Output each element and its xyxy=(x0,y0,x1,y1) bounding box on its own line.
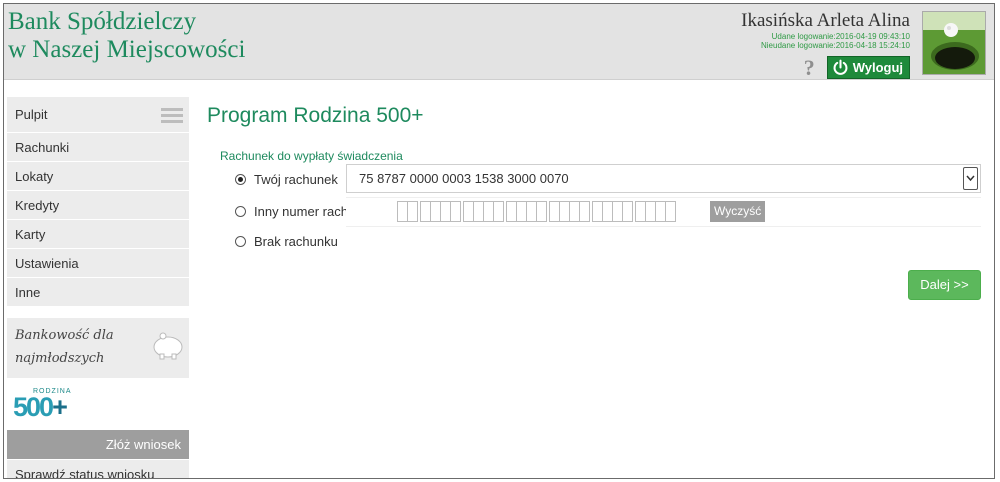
digit-group xyxy=(592,201,633,222)
radio-no-account[interactable]: Brak rachunku xyxy=(235,234,338,249)
account-digit-grid xyxy=(397,201,676,222)
digit-input[interactable] xyxy=(407,201,418,222)
logo-plus: + xyxy=(52,392,68,422)
power-icon xyxy=(833,59,848,75)
bank-name-line1: Bank Spółdzielczy xyxy=(8,8,197,35)
digit-input[interactable] xyxy=(536,201,547,222)
radio-label: Twój rachunek xyxy=(254,172,338,187)
submit-application-button[interactable]: Złóż wniosek xyxy=(7,430,189,459)
app-window: Bank Spółdzielczy w Naszej Miejscowości … xyxy=(3,3,995,479)
sidebar-item-label: Lokaty xyxy=(15,169,54,184)
user-actions: ? Wyloguj xyxy=(741,56,910,79)
no-account-row xyxy=(346,226,981,255)
radio-own-account[interactable]: Twój rachunek xyxy=(235,172,338,187)
digit-group-control xyxy=(397,201,418,222)
help-icon[interactable]: ? xyxy=(804,56,815,79)
sidebar-item-label: Kredyty xyxy=(15,198,60,213)
digit-input[interactable] xyxy=(622,201,633,222)
sidebar-item-karty[interactable]: Karty xyxy=(7,220,189,249)
logo-big-text: 500+ xyxy=(13,394,183,421)
sidebar-item-pulpit[interactable]: Pulpit xyxy=(7,97,189,133)
clear-button[interactable]: Wyczyść xyxy=(710,201,766,222)
radio-button[interactable] xyxy=(235,236,246,247)
digit-input[interactable] xyxy=(493,201,504,222)
logout-label: Wyloguj xyxy=(852,60,903,75)
digit-group xyxy=(463,201,504,222)
logo-number: 500 xyxy=(13,392,54,422)
bank-name: Bank Spółdzielczy w Naszej Miejscowości xyxy=(8,8,245,64)
selected-account-number: 75 8787 0000 0003 1538 3000 0070 xyxy=(359,171,569,186)
sidebar-item-label: Pulpit xyxy=(15,107,48,122)
sidebar-item-kredyty[interactable]: Kredyty xyxy=(7,191,189,220)
kids-banking-line2: najmłodszych xyxy=(15,351,105,366)
section-label: Rachunek do wypłaty świadczenia xyxy=(220,149,403,163)
user-box: Ikasińska Arleta Alina Udane logowanie:2… xyxy=(741,10,910,79)
digit-input[interactable] xyxy=(665,201,676,222)
failed-login-info: Nieudane logowanie:2016-04-18 15:24:10 xyxy=(760,41,910,50)
hamburger-menu-icon[interactable] xyxy=(161,108,183,123)
user-name: Ikasińska Arleta Alina xyxy=(741,10,910,31)
kids-banking-link[interactable]: Bankowość dla najmłodszych xyxy=(7,318,189,378)
digit-group xyxy=(506,201,547,222)
logout-button[interactable]: Wyloguj xyxy=(826,56,910,79)
piggy-bank-icon xyxy=(153,332,183,360)
sidebar-item-inne[interactable]: Inne xyxy=(7,278,189,307)
avatar xyxy=(922,11,986,75)
account-select[interactable]: 75 8787 0000 0003 1538 3000 0070 xyxy=(346,164,981,193)
digit-input[interactable] xyxy=(450,201,461,222)
sidebar: Pulpit Rachunki Lokaty Kredyty Karty Ust… xyxy=(7,97,189,478)
next-button[interactable]: Dalej >> xyxy=(908,270,981,300)
bank-name-line2: w Naszej Miejscowości xyxy=(8,36,246,63)
digit-group xyxy=(549,201,590,222)
chevron-down-icon[interactable] xyxy=(963,167,978,190)
check-status-button[interactable]: Sprawdź status wniosku xyxy=(7,459,189,478)
sidebar-item-label: Karty xyxy=(15,227,46,242)
sidebar-item-label: Inne xyxy=(15,285,41,300)
rodzina-500-logo: RODZINA 500+ xyxy=(7,378,189,422)
digit-group xyxy=(635,201,676,222)
radio-button[interactable] xyxy=(235,206,246,217)
account-number-row: Wyczyść xyxy=(346,197,981,226)
successful-login-info: Udane logowanie:2016-04-19 09:43:10 xyxy=(771,32,910,41)
kids-banking-line1: Bankowość dla xyxy=(15,328,114,343)
kids-banking-text: Bankowość dla najmłodszych xyxy=(15,324,125,370)
radio-button-checked[interactable] xyxy=(235,174,246,185)
radio-label: Brak rachunku xyxy=(254,234,338,249)
sidebar-item-lokaty[interactable]: Lokaty xyxy=(7,162,189,191)
sidebar-item-rachunki[interactable]: Rachunki xyxy=(7,133,189,162)
page-title: Program Rodzina 500+ xyxy=(207,104,424,127)
header: Bank Spółdzielczy w Naszej Miejscowości … xyxy=(4,4,994,80)
digit-group xyxy=(420,201,461,222)
sidebar-item-ustawienia[interactable]: Ustawienia xyxy=(7,249,189,278)
digit-input[interactable] xyxy=(579,201,590,222)
sidebar-item-label: Rachunki xyxy=(15,140,70,155)
sidebar-item-label: Ustawienia xyxy=(15,256,79,271)
golf-hole-image xyxy=(923,12,985,74)
